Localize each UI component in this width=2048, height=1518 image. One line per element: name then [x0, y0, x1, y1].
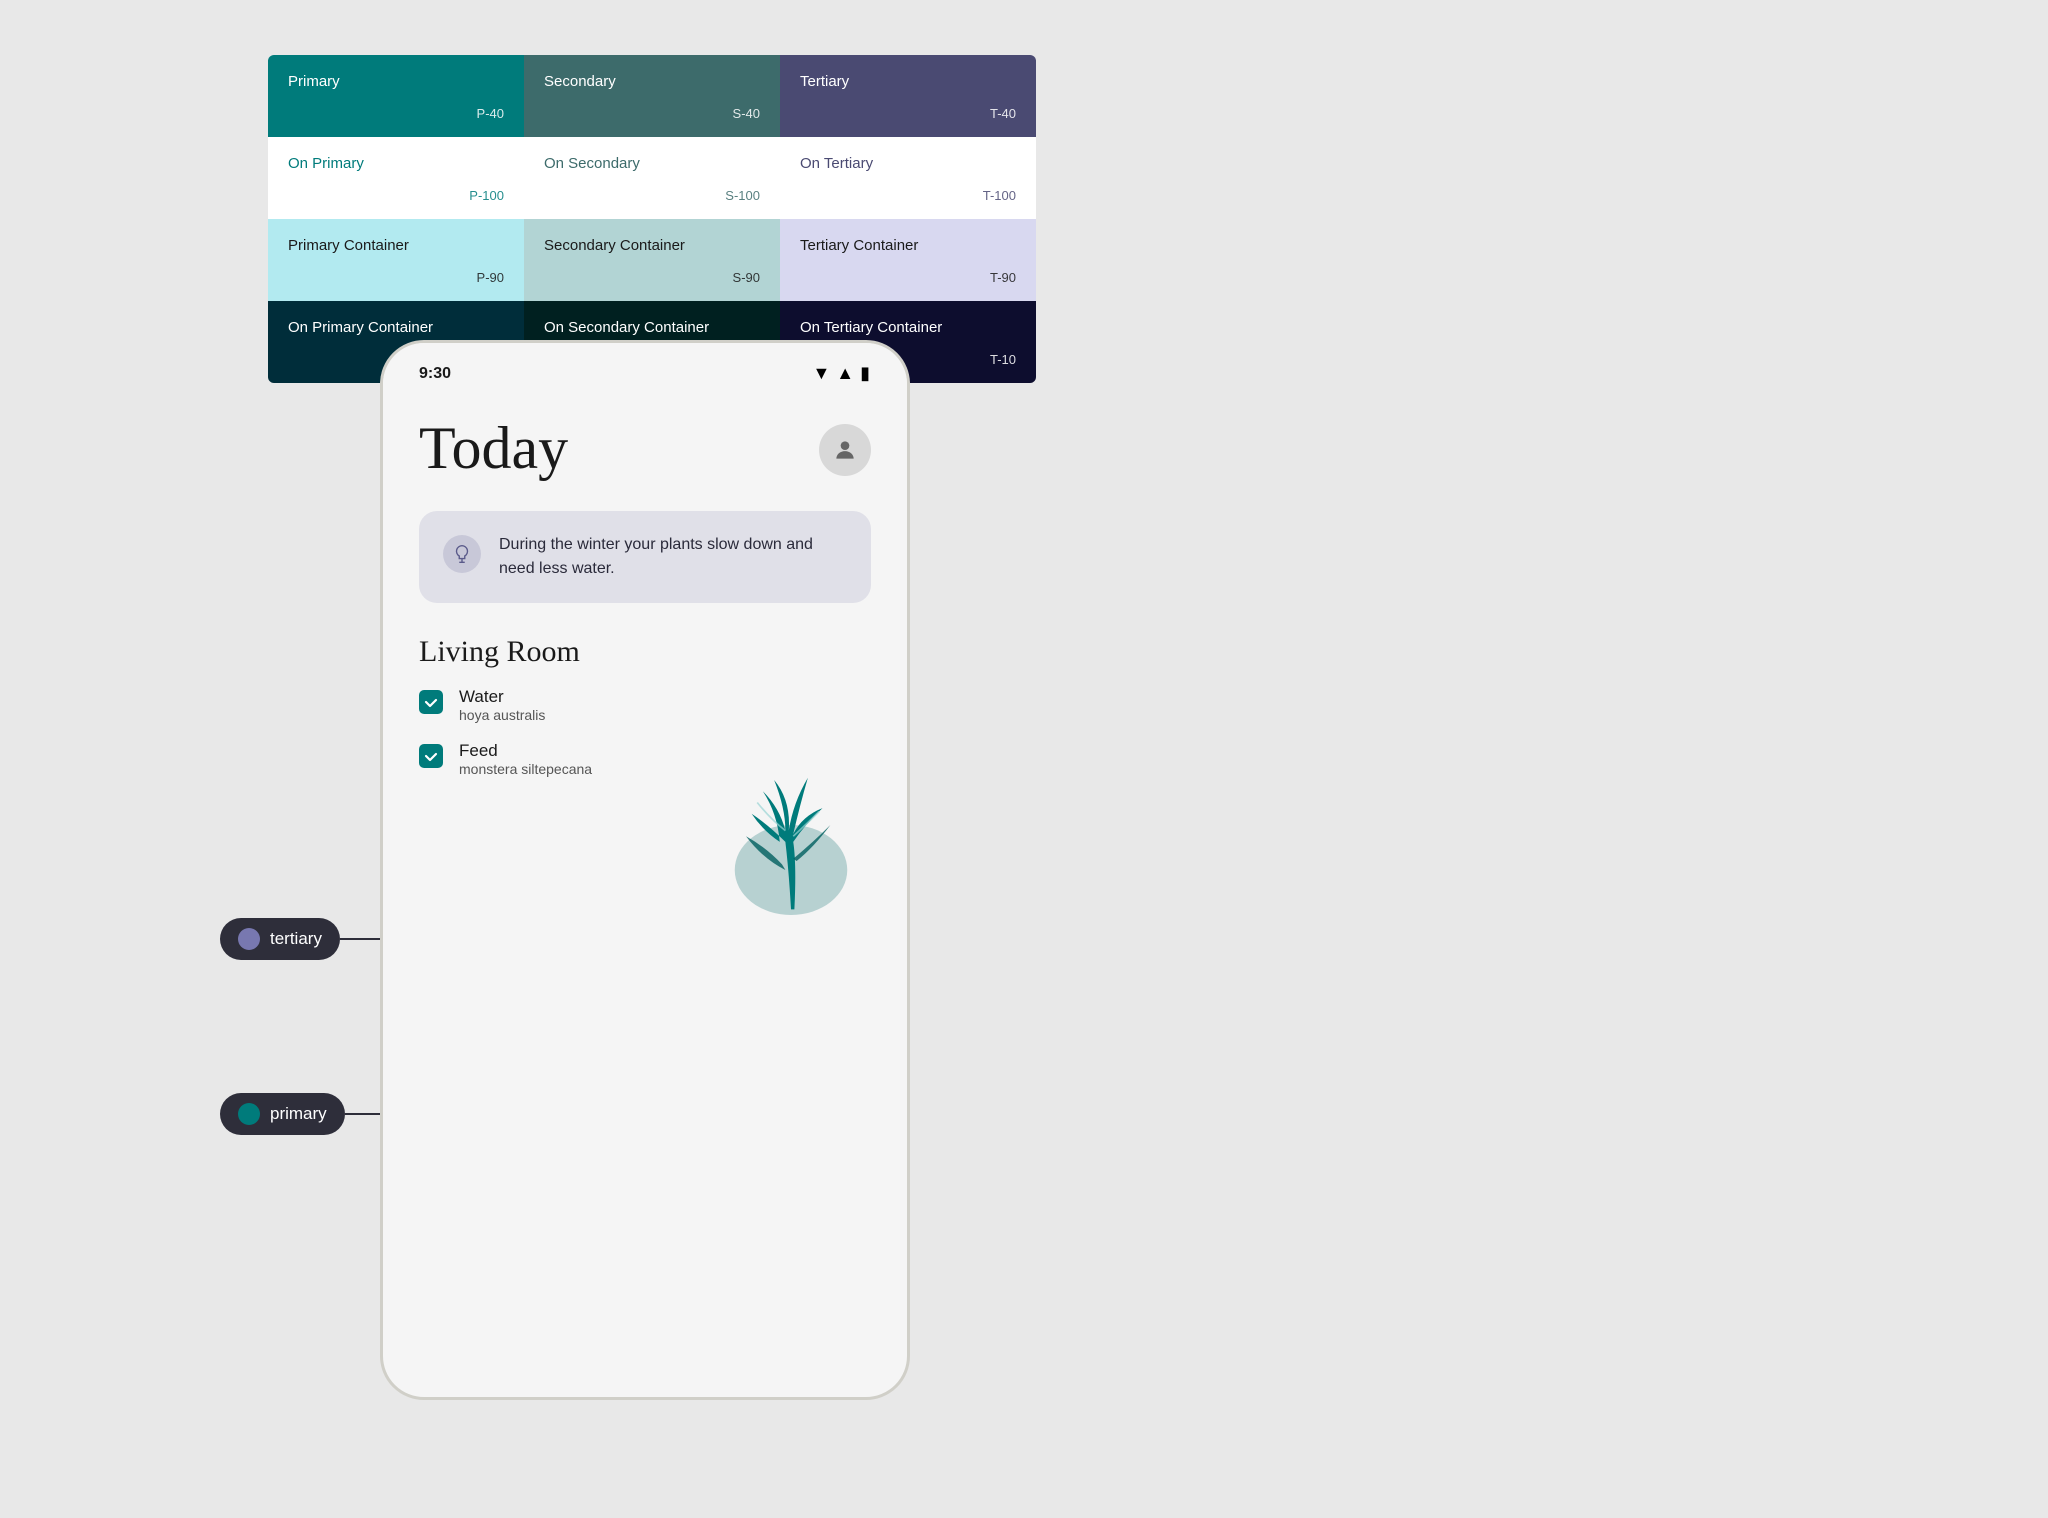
task-name: Feed: [459, 741, 592, 761]
phone-frame: 9:30 ▼ ▲ ▮ Today: [380, 340, 910, 1400]
task-text-block: Water hoya australis: [459, 687, 545, 723]
color-cell-on-tertiary: On Tertiary T-100: [780, 137, 1036, 219]
tertiary-pill: tertiary: [220, 918, 340, 960]
avatar-button[interactable]: [819, 424, 871, 476]
check-icon: [424, 695, 438, 709]
tertiary-dot: [238, 928, 260, 950]
color-cell-tertiary: Tertiary T-40: [780, 55, 1036, 137]
cell-code: P-40: [477, 106, 504, 121]
task-sub: monstera siltepecana: [459, 761, 592, 777]
cell-label: Tertiary: [800, 73, 1016, 90]
cell-code: S-40: [733, 106, 760, 121]
color-cell-primary: Primary P-40: [268, 55, 524, 137]
status-icons: ▼ ▲ ▮: [812, 363, 871, 384]
color-cell-on-primary: On Primary P-100: [268, 137, 524, 219]
plant-illustration: [721, 735, 861, 915]
color-cell-primary-container: Primary Container P-90: [268, 219, 524, 301]
cell-label: On Secondary Container: [544, 319, 760, 336]
task-item: Water hoya australis: [419, 687, 871, 723]
checkbox-0[interactable]: [419, 690, 443, 714]
check-icon: [424, 749, 438, 763]
cell-code: T-90: [990, 270, 1016, 285]
battery-icon: ▮: [860, 363, 871, 384]
primary-pill: primary: [220, 1093, 345, 1135]
lightbulb-icon: [451, 543, 473, 565]
cell-code: T-40: [990, 106, 1016, 121]
cell-label: On Secondary: [544, 155, 760, 172]
task-text-block: Feed monstera siltepecana: [459, 741, 592, 777]
color-cell-secondary-container: Secondary Container S-90: [524, 219, 780, 301]
cell-code: T-10: [990, 352, 1016, 367]
cell-label: Secondary Container: [544, 237, 760, 254]
cell-code: P-100: [469, 188, 504, 203]
cell-label: On Tertiary: [800, 155, 1016, 172]
wifi-icon: ▼: [812, 363, 830, 384]
color-cell-tertiary-container: Tertiary Container T-90: [780, 219, 1036, 301]
status-time: 9:30: [419, 365, 451, 383]
task-name: Water: [459, 687, 545, 707]
primary-label: primary: [270, 1104, 327, 1124]
cell-code: P-90: [477, 270, 504, 285]
phone-content: Today During the winter your plants sl: [383, 394, 907, 951]
cell-code: S-100: [725, 188, 760, 203]
task-sub: hoya australis: [459, 707, 545, 723]
primary-dot: [238, 1103, 260, 1125]
tip-text: During the winter your plants slow down …: [499, 533, 847, 581]
cell-label: On Tertiary Container: [800, 319, 1016, 336]
checkbox-1[interactable]: [419, 744, 443, 768]
tertiary-label: tertiary: [270, 929, 322, 949]
phone-section: 9:30 ▼ ▲ ▮ Today: [380, 340, 910, 1400]
section-title: Living Room: [419, 635, 871, 669]
cell-code: S-90: [733, 270, 760, 285]
cell-label: On Primary: [288, 155, 504, 172]
phone-title: Today: [419, 414, 568, 483]
tip-card: During the winter your plants slow down …: [419, 511, 871, 603]
cell-label: Secondary: [544, 73, 760, 90]
color-cell-secondary: Secondary S-40: [524, 55, 780, 137]
palette-grid: Primary P-40 Secondary S-40 Tertiary T-4…: [268, 55, 1036, 383]
tip-icon: [443, 535, 481, 573]
person-icon: [832, 437, 858, 463]
signal-icon: ▲: [836, 363, 854, 384]
cell-label: Tertiary Container: [800, 237, 1016, 254]
cell-label: Primary: [288, 73, 504, 90]
phone-status-bar: 9:30 ▼ ▲ ▮: [383, 343, 907, 394]
living-room-section: Living Room Water hoya australis Feed mo…: [419, 635, 871, 915]
palette-section: Primary P-40 Secondary S-40 Tertiary T-4…: [268, 55, 1036, 383]
cell-code: T-100: [983, 188, 1016, 203]
cell-label: On Primary Container: [288, 319, 504, 336]
phone-header: Today: [419, 414, 871, 483]
color-cell-on-secondary: On Secondary S-100: [524, 137, 780, 219]
cell-label: Primary Container: [288, 237, 504, 254]
